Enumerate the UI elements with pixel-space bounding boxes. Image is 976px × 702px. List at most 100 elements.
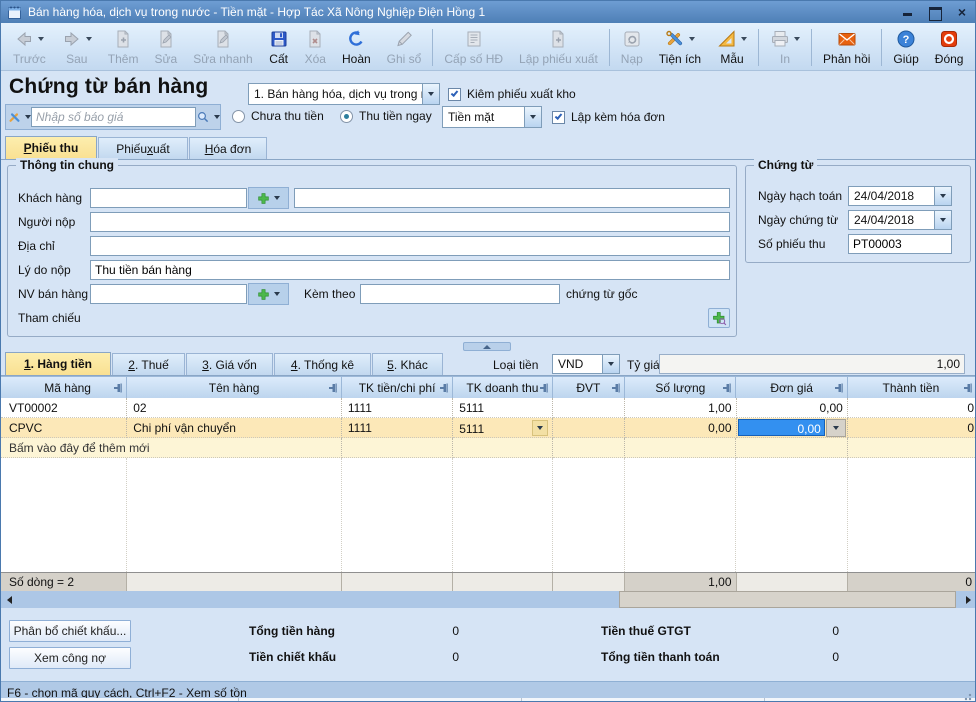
radio-collect-now[interactable]: Thu tiền ngay (340, 109, 432, 123)
view-debt-button[interactable]: Xem công nợ (9, 647, 131, 669)
column-header-don-gia[interactable]: Đơn giá (736, 377, 847, 398)
chevron-up-icon (483, 345, 491, 349)
payer-input[interactable] (90, 212, 730, 232)
chevron-down-icon[interactable] (602, 355, 619, 373)
arrow-left-icon (7, 596, 12, 604)
column-header-tk-doanh-thu[interactable]: TK doanh thu (453, 377, 552, 398)
toolbar-issue-invoice-no[interactable]: Cấp số HĐ (436, 25, 511, 70)
chevron-down-icon[interactable] (422, 84, 439, 104)
grid-cell[interactable] (553, 398, 626, 418)
maximize-button[interactable] (928, 5, 942, 19)
attach-input[interactable] (360, 284, 560, 304)
tab-thong-ke[interactable]: 4. Thống kê (274, 353, 371, 375)
column-header-tk-tien[interactable]: TK tiền/chi phí (342, 377, 453, 398)
chevron-down-icon[interactable] (826, 419, 846, 437)
scroll-left-button[interactable] (1, 591, 18, 608)
tab-hang-tien[interactable]: 1. Hàng tiền (5, 352, 111, 375)
chevron-down-icon[interactable] (934, 211, 951, 229)
grid-cell[interactable]: 02 (127, 398, 342, 418)
chevron-down-icon[interactable] (524, 107, 541, 127)
tab-thue[interactable]: 2. Thuế (112, 353, 185, 375)
grid-cell[interactable]: VT00002 (1, 398, 127, 418)
toolbar-reload[interactable]: Nạp (613, 25, 651, 70)
toolbar-previous[interactable]: Trước (5, 25, 54, 70)
radio-not-collected[interactable]: Chưa thu tiền (232, 109, 324, 123)
quote-number-input[interactable] (31, 107, 196, 127)
toolbar-undo[interactable]: Hoàn (334, 25, 379, 70)
toolbar-close[interactable]: Đóng (927, 25, 972, 70)
grid-cell-editing[interactable]: 0,00 (737, 418, 848, 438)
toolbar-delete[interactable]: Xóa (297, 25, 334, 70)
collapse-splitter-button[interactable] (463, 342, 511, 351)
resize-grip[interactable] (962, 691, 972, 701)
column-header-ma-hang[interactable]: Mã hàng (1, 377, 127, 398)
grid-cell[interactable] (553, 418, 626, 438)
customer-code-input[interactable] (90, 188, 247, 208)
toolbar-utilities[interactable]: Tiện ích (651, 25, 709, 70)
grid-cell[interactable]: 0,00 (737, 398, 848, 418)
toolbar-create-delivery-note[interactable]: Lập phiếu xuất (511, 25, 606, 70)
scroll-right-button[interactable] (960, 591, 976, 608)
chevron-down-icon[interactable] (532, 420, 548, 436)
grid-cell[interactable]: 0 (848, 398, 976, 418)
grid-cell[interactable]: CPVC (1, 418, 127, 438)
tab-khac[interactable]: 5. Khác (372, 353, 443, 375)
toolbar-post[interactable]: Ghi sổ (379, 25, 430, 70)
document-add-icon (113, 29, 133, 49)
doc-date-select[interactable]: 24/04/2018 (848, 210, 952, 230)
receipt-no-input[interactable] (848, 234, 952, 254)
grid-cell[interactable]: 0 (848, 418, 976, 438)
currency-select[interactable]: VND (552, 354, 620, 374)
horizontal-scrollbar[interactable] (1, 591, 976, 608)
salesman-input[interactable] (90, 284, 247, 304)
grid-cell[interactable]: 0,00 (625, 418, 736, 438)
column-header-thanh-tien[interactable]: Thành tiền (848, 377, 976, 398)
column-header-so-luong[interactable]: Số lượng (625, 377, 736, 398)
column-header-ten-hang[interactable]: Tên hàng (127, 377, 342, 398)
address-input[interactable] (90, 236, 730, 256)
chevron-down-icon[interactable] (934, 187, 951, 205)
toolbar-save[interactable]: Cất (261, 25, 297, 70)
toolbar-quick-edit[interactable]: Sửa nhanh (185, 25, 260, 70)
toolbar-feedback[interactable]: Phản hồi (815, 25, 878, 70)
tab-phieu-thu[interactable]: Phiếu thu (5, 136, 97, 159)
payment-method-select[interactable]: Tiền mặt (442, 106, 542, 128)
tab-phieu-xuat[interactable]: Phiếu xuất (98, 137, 188, 159)
salesman-add-button[interactable] (248, 283, 289, 305)
allocate-discount-button[interactable]: Phân bổ chiết khấu... (9, 620, 131, 642)
grid-cell[interactable]: 5111 (453, 418, 552, 438)
grand-total-label: Tổng tiền thanh toán (601, 650, 720, 664)
grid-cell[interactable]: 5111 (453, 398, 552, 418)
toolbar-templates[interactable]: Mẫu (709, 25, 755, 70)
with-invoice-checkbox[interactable]: Lập kèm hóa đơn (552, 110, 665, 124)
checkbox-checked-icon (448, 88, 461, 101)
minimize-button[interactable] (901, 5, 915, 19)
grid-cell[interactable]: 1,00 (625, 398, 736, 418)
quote-tools-button[interactable] (7, 106, 31, 128)
grid-cell[interactable]: 1111 (342, 398, 453, 418)
tab-hoa-don[interactable]: Hóa đơn (189, 137, 267, 159)
close-button[interactable]: × (955, 5, 969, 19)
column-header-dvt[interactable]: ĐVT (553, 377, 626, 398)
tab-gia-von[interactable]: 3. Giá vốn (186, 353, 273, 375)
page-title: Chứng từ bán hàng (9, 75, 208, 99)
toolbar-print[interactable]: In (762, 25, 808, 70)
customer-add-button[interactable] (248, 187, 289, 209)
add-new-row[interactable]: Bấm vào đây để thêm mới (1, 438, 976, 458)
doc-type-select[interactable]: 1. Bán hàng hóa, dịch vụ trong nước (248, 83, 440, 105)
toolbar-add[interactable]: Thêm (100, 25, 147, 70)
grid-cell[interactable]: Chi phí vận chuyển (127, 418, 342, 438)
scrollbar-thumb[interactable] (619, 591, 956, 608)
posting-date-select[interactable]: 24/04/2018 (848, 186, 952, 206)
grid-summary-row: Số dòng = 2 1,00 0 (1, 572, 976, 591)
unit-price-editor[interactable]: 0,00 (738, 419, 825, 436)
toolbar-help[interactable]: ? Giúp (885, 25, 926, 70)
toolbar-next[interactable]: Sau (54, 25, 100, 70)
grid-cell[interactable]: 1111 (342, 418, 453, 438)
customer-name-input[interactable] (294, 188, 730, 208)
reference-add-button[interactable] (708, 308, 730, 328)
delivery-note-checkbox[interactable]: Kiêm phiếu xuất kho (448, 87, 576, 101)
toolbar-edit[interactable]: Sửa (146, 25, 185, 70)
quote-search-button[interactable] (196, 106, 220, 128)
reason-input[interactable] (90, 260, 730, 280)
